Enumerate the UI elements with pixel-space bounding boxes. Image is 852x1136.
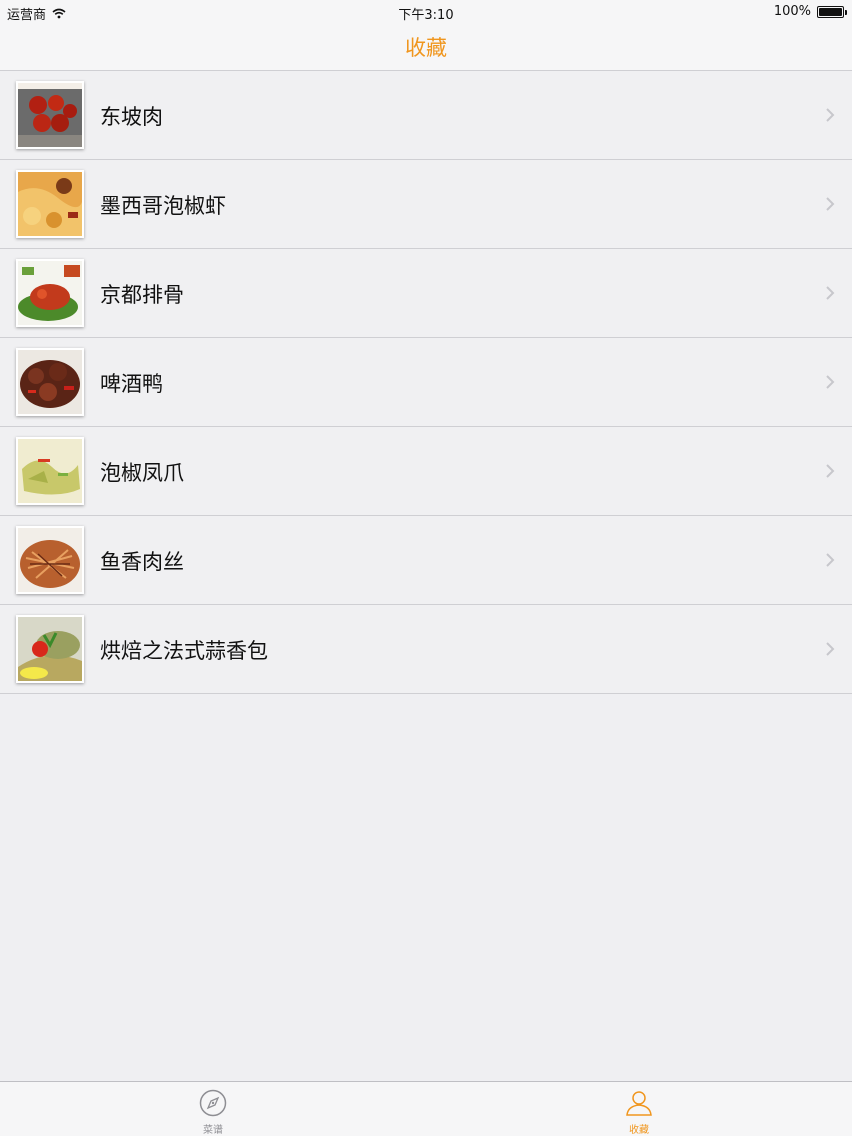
person-icon: [626, 1091, 652, 1116]
beer-duck-photo: [16, 348, 84, 416]
page-title: 收藏: [405, 36, 447, 60]
tab-label: 菜谱: [203, 1125, 223, 1136]
chevron-right-icon: [826, 197, 835, 211]
chevron-right-icon: [826, 375, 835, 389]
chevron-right-icon: [826, 286, 835, 300]
dongpo-pork-photo: [16, 81, 84, 149]
recipe-name: 烘焙之法式蒜香包: [100, 639, 268, 663]
yuxiang-pork-photo: [16, 526, 84, 594]
clock: 下午3:10: [398, 8, 454, 23]
list-item[interactable]: 啤酒鸭: [0, 338, 852, 427]
french-garlic-bread-photo: [16, 615, 84, 683]
favorites-list: 东坡肉 墨西哥泡椒虾 京都排骨 啤酒鸭 泡椒凤爪 鱼香肉丝 烘焙之法式蒜香包: [0, 71, 852, 694]
recipe-name: 鱼香肉丝: [100, 550, 184, 574]
battery-icon: [817, 5, 847, 18]
list-item[interactable]: 鱼香肉丝: [0, 516, 852, 605]
mexican-pepper-shrimp-photo: [16, 170, 84, 238]
list-item[interactable]: 京都排骨: [0, 249, 852, 338]
chevron-right-icon: [826, 642, 835, 656]
tab-recipes[interactable]: 菜谱: [168, 1088, 258, 1136]
chevron-right-icon: [826, 553, 835, 567]
compass-icon: [199, 1089, 227, 1117]
nav-bar: 收藏: [0, 24, 852, 71]
recipe-name: 东坡肉: [100, 105, 163, 129]
battery-percent: 100%: [773, 4, 811, 19]
list-item[interactable]: 东坡肉: [0, 71, 852, 160]
recipe-name: 啤酒鸭: [100, 372, 163, 396]
list-item[interactable]: 墨西哥泡椒虾: [0, 160, 852, 249]
recipe-name: 京都排骨: [100, 283, 184, 307]
pickled-pepper-chicken-feet-photo: [16, 437, 84, 505]
battery-fill: [819, 7, 842, 16]
kyoto-ribs-photo: [16, 259, 84, 327]
tab-bar: 菜谱 收藏: [0, 1081, 852, 1136]
list-item[interactable]: 烘焙之法式蒜香包: [0, 605, 852, 694]
tab-favorites[interactable]: 收藏: [594, 1088, 684, 1136]
status-bar: 运营商 下午3:10 100%: [0, 0, 852, 24]
chevron-right-icon: [826, 464, 835, 478]
recipe-name: 墨西哥泡椒虾: [100, 194, 226, 218]
chevron-right-icon: [826, 108, 835, 122]
tab-label: 收藏: [629, 1125, 649, 1136]
recipe-name: 泡椒凤爪: [100, 461, 184, 485]
list-item[interactable]: 泡椒凤爪: [0, 427, 852, 516]
